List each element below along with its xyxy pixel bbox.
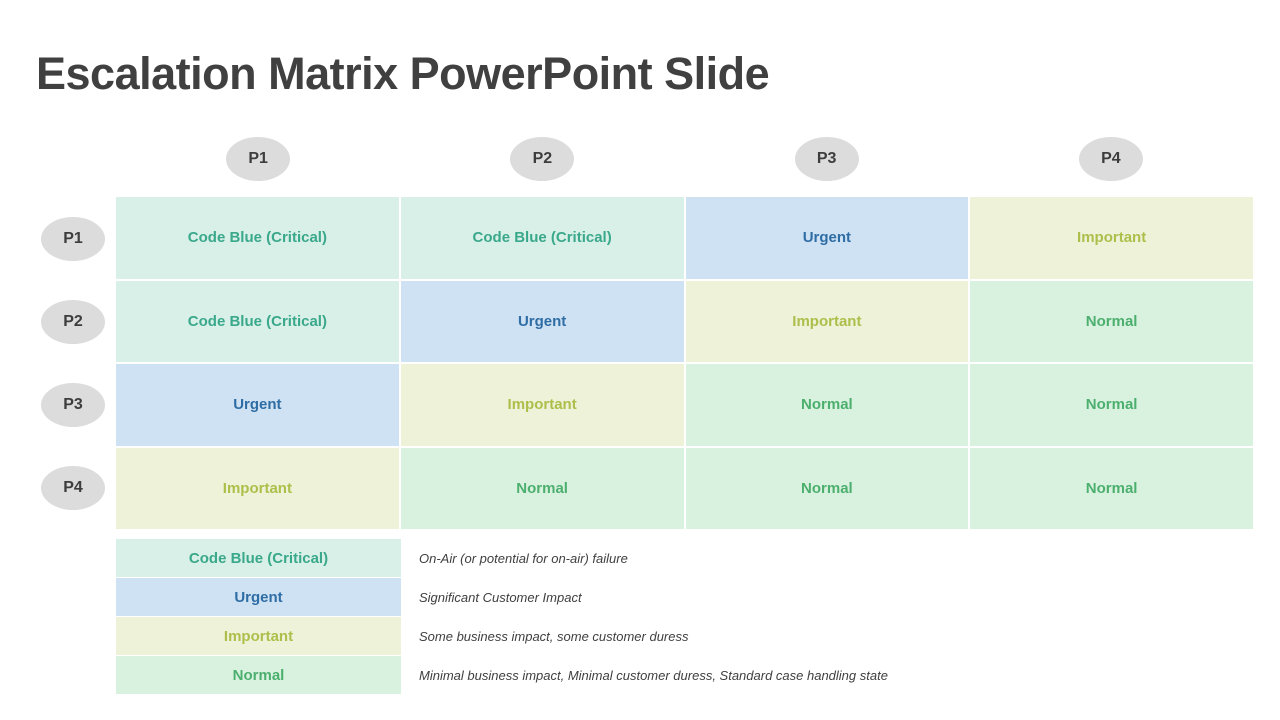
escalation-matrix-grid: Code Blue (Critical) Code Blue (Critical… xyxy=(116,197,1253,529)
matrix-row-headers: P1 P2 P3 P4 xyxy=(41,197,105,529)
column-header-pill-label: P1 xyxy=(226,137,291,181)
row-header-pill-label: P3 xyxy=(41,382,105,427)
legend-swatch: Important xyxy=(116,617,401,655)
matrix-cell: Code Blue (Critical) xyxy=(116,197,399,279)
legend-row: Normal Minimal business impact, Minimal … xyxy=(116,656,1256,694)
column-header-1: P1 xyxy=(116,137,400,181)
row-header-3: P3 xyxy=(41,363,105,446)
matrix-cell: Normal xyxy=(970,280,1253,362)
column-header-4: P4 xyxy=(969,137,1253,181)
column-header-pill-label: P2 xyxy=(510,137,575,181)
matrix-cell: Important xyxy=(685,280,969,362)
row-header-2: P2 xyxy=(41,280,105,363)
matrix-cell: Normal xyxy=(685,364,969,446)
row-header-1: P1 xyxy=(41,197,105,280)
column-header-pill-label: P3 xyxy=(794,137,859,181)
legend-swatch: Urgent xyxy=(116,578,401,616)
matrix-cell: Code Blue (Critical) xyxy=(116,280,399,362)
matrix-cell: Code Blue (Critical) xyxy=(400,197,684,279)
legend-description: Some business impact, some customer dure… xyxy=(419,628,689,644)
matrix-cell: Urgent xyxy=(685,197,969,279)
matrix-cell: Urgent xyxy=(116,364,399,446)
row-header-4: P4 xyxy=(41,446,105,529)
legend-swatch: Normal xyxy=(116,656,401,694)
matrix-cell: Important xyxy=(400,364,684,446)
row-header-pill-label: P1 xyxy=(41,216,105,261)
legend-row: Urgent Significant Customer Impact xyxy=(116,578,1256,616)
page-title: Escalation Matrix PowerPoint Slide xyxy=(36,48,770,99)
legend-description: Minimal business impact, Minimal custome… xyxy=(419,667,888,683)
matrix-cell: Important xyxy=(970,197,1253,279)
column-header-2: P2 xyxy=(400,137,684,181)
matrix-column-headers: P1 P2 P3 P4 xyxy=(116,137,1253,181)
legend-row: Code Blue (Critical) On-Air (or potentia… xyxy=(116,539,1256,577)
matrix-cell: Normal xyxy=(400,447,684,529)
matrix-cell: Important xyxy=(116,447,399,529)
row-header-pill-label: P4 xyxy=(41,465,105,510)
legend-swatch: Code Blue (Critical) xyxy=(116,539,401,577)
legend-description: On-Air (or potential for on-air) failure xyxy=(419,550,628,566)
legend-row: Important Some business impact, some cus… xyxy=(116,617,1256,655)
row-header-pill-label: P2 xyxy=(41,299,105,344)
matrix-cell: Normal xyxy=(970,364,1253,446)
matrix-cell: Normal xyxy=(970,447,1253,529)
column-header-3: P3 xyxy=(685,137,969,181)
matrix-cell: Urgent xyxy=(400,280,684,362)
legend-description: Significant Customer Impact xyxy=(419,589,582,605)
column-header-pill-label: P4 xyxy=(1078,137,1143,181)
matrix-cell: Normal xyxy=(685,447,969,529)
severity-legend: Code Blue (Critical) On-Air (or potentia… xyxy=(116,539,1256,695)
